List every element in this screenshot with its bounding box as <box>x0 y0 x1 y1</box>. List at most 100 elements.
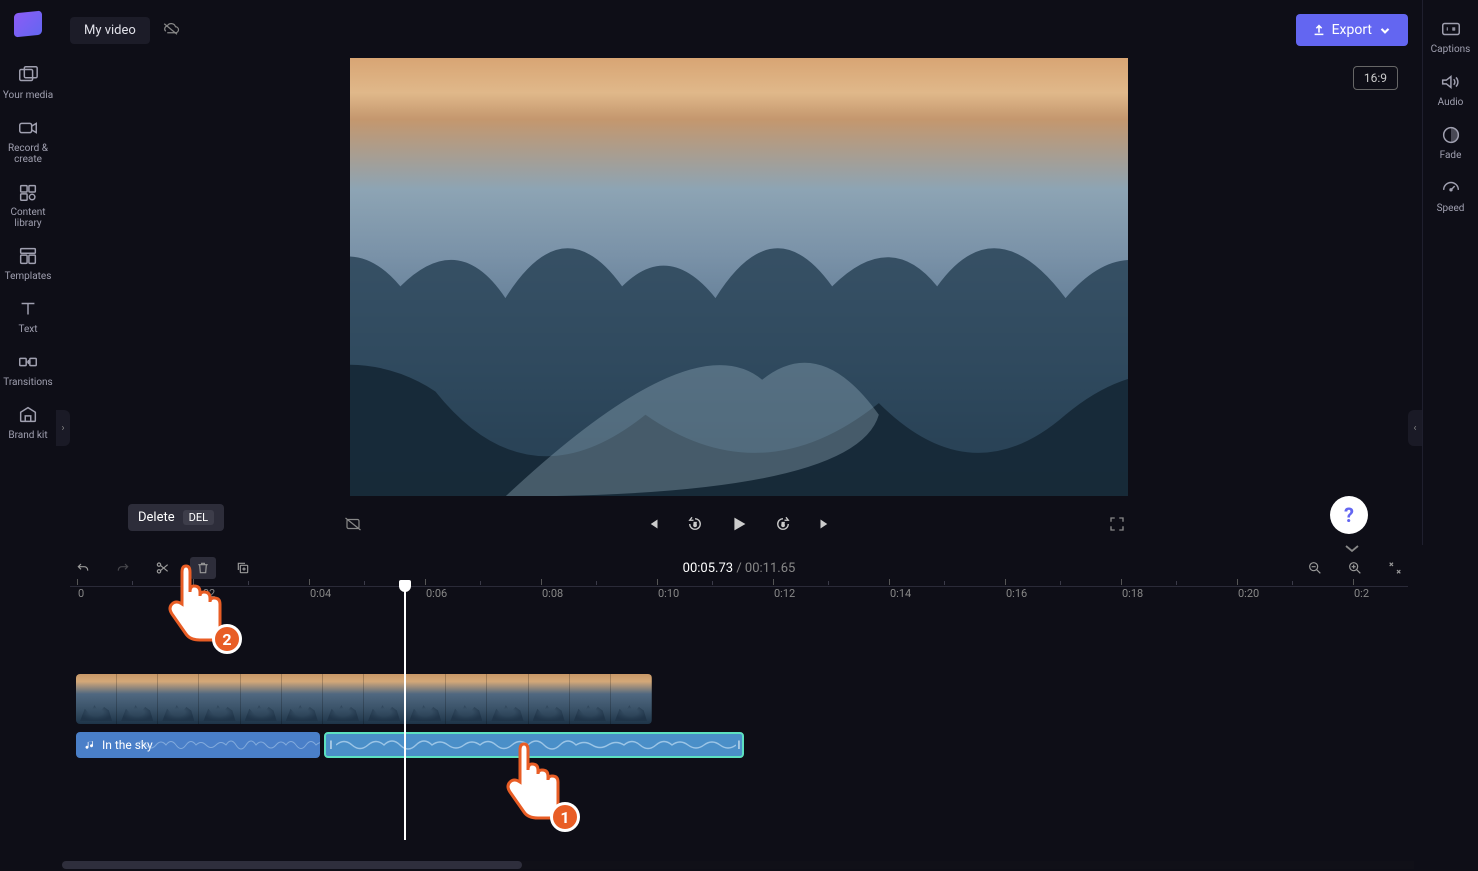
collapse-preview-icon[interactable] <box>1344 538 1360 557</box>
sidebar-item-label: Captions <box>1431 44 1471 55</box>
scrollbar-thumb[interactable] <box>62 861 522 869</box>
redo-icon[interactable] <box>110 557 136 579</box>
playback-bar: 5 5 ? <box>70 508 1408 544</box>
app-logo[interactable] <box>14 11 42 38</box>
svg-text:5: 5 <box>694 522 697 528</box>
library-icon <box>17 181 39 203</box>
preview-area: 16:9 <box>70 56 1408 500</box>
sidebar-item-captions[interactable]: Captions <box>1429 10 1473 63</box>
split-icon[interactable] <box>150 557 176 579</box>
ruler-tick: 0 <box>78 587 84 600</box>
left-sidebar: Your media Record & create Content libra… <box>0 0 56 871</box>
ruler-tick: 0:06 <box>426 587 447 600</box>
sidebar-item-audio[interactable]: Audio <box>1436 63 1466 116</box>
track-area: In the sky || || <box>76 674 1408 758</box>
upload-icon <box>1312 23 1326 37</box>
playback-controls: 5 5 <box>644 513 834 539</box>
ruler-tick: 0:04 <box>310 587 331 600</box>
audio-clip-1[interactable]: In the sky <box>76 732 320 758</box>
templates-icon <box>17 245 39 267</box>
camera-icon <box>17 117 39 139</box>
tooltip-key: DEL <box>183 510 214 525</box>
fullscreen-icon[interactable] <box>1108 515 1126 537</box>
clip-handle-left[interactable]: || <box>326 734 334 756</box>
music-note-icon <box>84 739 96 751</box>
play-icon[interactable] <box>728 513 750 539</box>
timeline-toolbar: 00:05.73 / 00:11.65 <box>70 556 1408 580</box>
ruler-tick: 0:18 <box>1122 587 1143 600</box>
seek-back-icon[interactable]: 5 <box>686 515 704 537</box>
seek-forward-icon[interactable]: 5 <box>774 515 792 537</box>
zoom-in-icon[interactable] <box>1342 557 1368 579</box>
pointer-badge: 1 <box>550 802 580 832</box>
preview-canvas[interactable] <box>350 58 1128 496</box>
sidebar-item-label: Transitions <box>3 377 52 388</box>
ruler-tick: 0:16 <box>1006 587 1027 600</box>
svg-text:5: 5 <box>782 522 785 528</box>
playhead[interactable] <box>404 582 406 840</box>
aspect-ratio-button[interactable]: 16:9 <box>1353 66 1398 90</box>
sidebar-item-record-create[interactable]: Record & create <box>0 109 56 173</box>
timeline-scrollbar[interactable] <box>62 861 1414 869</box>
sidebar-item-label: Speed <box>1437 203 1465 214</box>
skip-end-icon[interactable] <box>816 515 834 537</box>
waveform <box>136 737 320 753</box>
sidebar-item-label: Your media <box>3 90 53 101</box>
pointer-badge: 2 <box>212 624 242 654</box>
ruler-tick: 0:08 <box>542 587 563 600</box>
brand-kit-icon <box>17 404 39 426</box>
ruler-tick: 0:10 <box>658 587 679 600</box>
zoom-out-icon[interactable] <box>1302 557 1328 579</box>
project-name-input[interactable]: My video <box>70 17 150 44</box>
timecode-current: 00:05.73 <box>683 561 733 576</box>
sidebar-item-speed[interactable]: Speed <box>1435 169 1467 222</box>
tooltip-label: Delete <box>138 510 175 525</box>
duplicate-icon[interactable] <box>230 557 256 579</box>
video-clip[interactable] <box>76 674 652 724</box>
captions-icon <box>1440 18 1462 40</box>
ruler-tick: 0:20 <box>1238 587 1259 600</box>
autofit-icon[interactable] <box>344 515 362 537</box>
timecode: 00:05.73 / 00:11.65 <box>683 561 796 576</box>
speed-icon <box>1440 177 1462 199</box>
undo-icon[interactable] <box>70 557 96 579</box>
sidebar-item-content-library[interactable]: Content library <box>0 173 56 237</box>
sidebar-item-brand-kit[interactable]: Brand kit <box>6 396 49 449</box>
sidebar-item-templates[interactable]: Templates <box>3 237 54 290</box>
sidebar-item-transitions[interactable]: Transitions <box>1 343 54 396</box>
delete-icon[interactable] <box>190 557 216 579</box>
left-panel-expand[interactable]: › <box>56 410 70 446</box>
export-button[interactable]: Export <box>1296 14 1408 46</box>
audio-clip-2-selected[interactable]: || || <box>324 732 744 758</box>
fit-timeline-icon[interactable] <box>1382 557 1408 579</box>
chevron-down-icon <box>1378 23 1392 37</box>
sidebar-item-label: Text <box>18 324 37 335</box>
sidebar-item-fade[interactable]: Fade <box>1438 116 1464 169</box>
ruler-tick: 0:2 <box>1354 587 1369 600</box>
top-bar: My video Export <box>70 12 1408 48</box>
right-panel-expand[interactable]: ‹ <box>1408 410 1422 446</box>
audio-icon <box>1439 71 1461 93</box>
sidebar-item-label: Fade <box>1440 150 1462 161</box>
export-label: Export <box>1332 22 1372 38</box>
sidebar-item-label: Content library <box>2 207 54 229</box>
fade-icon <box>1440 124 1462 146</box>
cloud-sync-off-icon[interactable] <box>162 21 180 40</box>
delete-tooltip: Delete DEL <box>128 504 224 531</box>
transitions-icon <box>17 351 39 373</box>
text-icon <box>17 298 39 320</box>
ruler-tick: 0:14 <box>890 587 911 600</box>
preview-image <box>350 58 1128 496</box>
help-button[interactable]: ? <box>1330 496 1368 534</box>
sidebar-item-text[interactable]: Text <box>15 290 41 343</box>
skip-start-icon[interactable] <box>644 515 662 537</box>
sidebar-item-label: Record & create <box>2 143 54 165</box>
timeline-ruler[interactable]: 0 0:02 0:04 0:06 0:08 0:10 0:12 0:14 0:1… <box>70 586 1408 606</box>
ruler-tick: 0:02 <box>194 587 215 600</box>
waveform <box>336 737 736 753</box>
timecode-total: 00:11.65 <box>745 561 795 576</box>
sidebar-item-label: Brand kit <box>8 430 47 441</box>
sidebar-item-your-media[interactable]: Your media <box>1 56 55 109</box>
right-sidebar: Captions Audio Fade Speed <box>1422 0 1478 545</box>
ruler-tick: 0:12 <box>774 587 795 600</box>
